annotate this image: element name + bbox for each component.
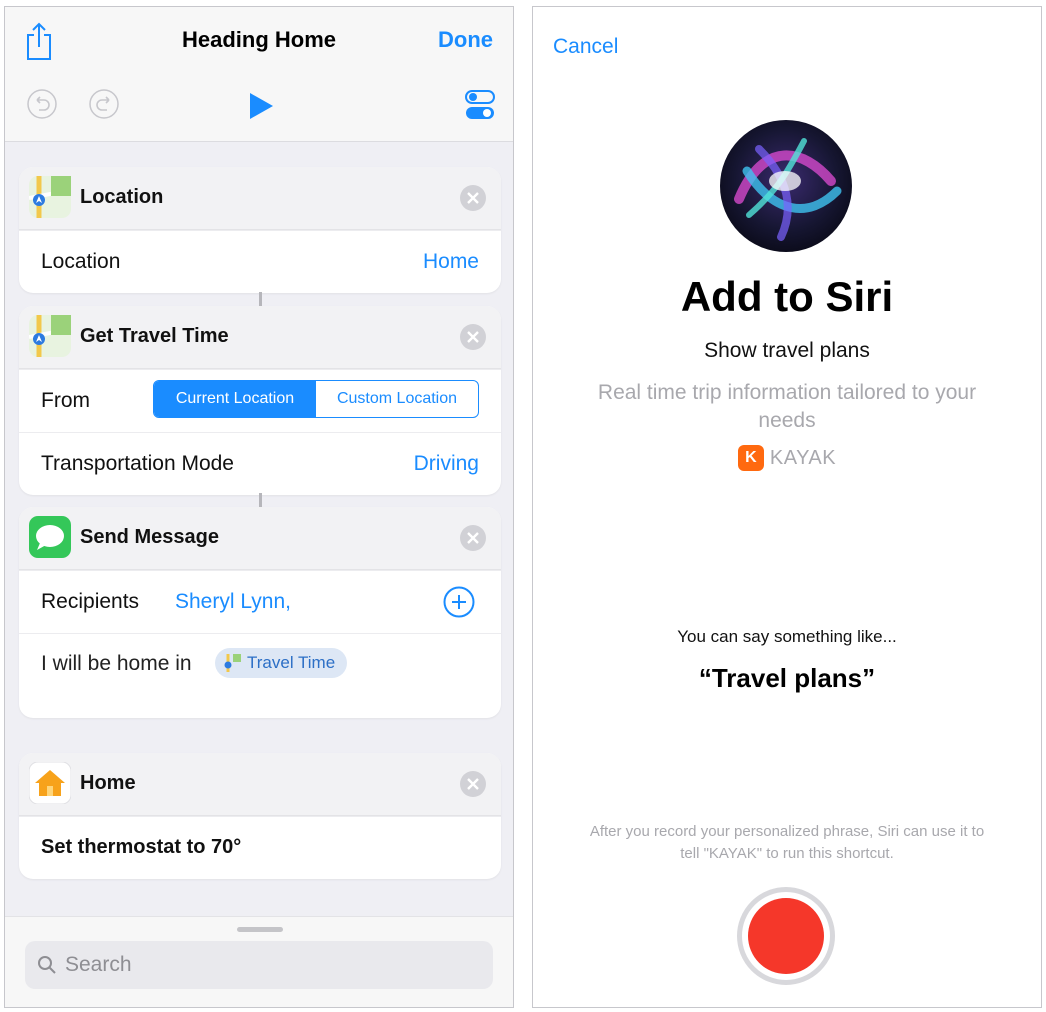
recipients-label: Recipients (41, 590, 140, 613)
actions-bottom-sheet: Search (5, 916, 513, 1007)
message-body-row[interactable]: I will be home in Travel Time (19, 633, 501, 718)
maps-icon (29, 176, 71, 218)
navigation-bar: Heading Home Done (5, 7, 513, 142)
siri-orb-icon (720, 120, 852, 252)
remove-action-icon[interactable] (459, 770, 487, 798)
transportation-mode-row: Transportation Mode Driving (19, 432, 501, 495)
location-value[interactable]: Home (423, 250, 479, 274)
action-title: Home (80, 772, 136, 794)
location-label: Location (41, 250, 121, 273)
action-connector (259, 493, 262, 507)
shortcut-description: Real time trip information tailored to y… (597, 381, 977, 432)
travel-time-action-card[interactable]: Get Travel Time From Current Location Cu… (19, 306, 501, 495)
transportation-mode-label: Transportation Mode (41, 452, 234, 475)
record-button[interactable] (737, 887, 835, 985)
send-message-action-card[interactable]: Send Message Recipients Sheryl Lynn, I w… (19, 507, 501, 718)
transportation-mode-value[interactable]: Driving (414, 452, 479, 476)
messages-icon (29, 516, 71, 558)
maps-icon (29, 315, 71, 357)
shortcut-title: Heading Home (181, 27, 337, 52)
cancel-button[interactable]: Cancel (553, 35, 618, 59)
action-connector (259, 292, 262, 306)
from-row: From Current Location Custom Location (19, 369, 501, 432)
segment-custom-location[interactable]: Custom Location (316, 381, 478, 417)
remove-action-icon[interactable] (459, 184, 487, 212)
action-header: Send Message (19, 507, 501, 570)
variable-token-label: Travel Time (247, 653, 336, 672)
remove-action-icon[interactable] (459, 524, 487, 552)
action-title: Send Message (80, 526, 219, 548)
record-icon (748, 898, 824, 974)
sheet-grabber[interactable] (237, 927, 283, 932)
phrase-hint: You can say something like... (677, 627, 897, 646)
action-title: Get Travel Time (80, 325, 229, 347)
record-footnote: After you record your personalized phras… (589, 823, 985, 862)
search-icon (38, 956, 56, 974)
shortcut-editor-screen: Heading Home Done Location Location Home… (4, 6, 514, 1008)
recipient-name[interactable]: Sheryl Lynn, (175, 590, 291, 614)
search-placeholder: Search (65, 953, 132, 976)
redo-icon[interactable] (89, 89, 119, 119)
shortcut-subtitle: Show travel plans (704, 339, 870, 362)
suggested-phrase: “Travel plans” (698, 663, 876, 693)
kayak-icon: K (737, 445, 764, 471)
action-header: Home (19, 753, 501, 816)
add-to-siri-screen: Cancel Add to Siri Show travel plans Rea… (532, 6, 1042, 1008)
travel-time-variable-token[interactable]: Travel Time (215, 648, 348, 678)
thermostat-row[interactable]: Set thermostat to 70° (19, 816, 501, 879)
undo-icon[interactable] (27, 89, 57, 119)
add-recipient-icon[interactable] (443, 586, 475, 618)
action-header: Location (19, 167, 501, 230)
home-action-card[interactable]: Home Set thermostat to 70° (19, 753, 501, 879)
from-label: From (41, 389, 90, 412)
source-app-badge: K KAYAK (533, 445, 1041, 471)
siri-title: Add to Siri (680, 273, 894, 320)
home-app-icon (29, 762, 71, 804)
remove-action-icon[interactable] (459, 323, 487, 351)
recipients-row: Recipients Sheryl Lynn, (19, 570, 501, 633)
thermostat-action-text: Set thermostat to 70° (41, 836, 242, 858)
action-header: Get Travel Time (19, 306, 501, 369)
maps-icon (224, 654, 241, 672)
settings-toggle-icon[interactable] (465, 89, 495, 121)
location-row: Location Home (19, 230, 501, 293)
from-segmented-control[interactable]: Current Location Custom Location (153, 380, 479, 418)
message-text[interactable]: I will be home in (41, 652, 192, 676)
action-title: Location (80, 186, 164, 208)
done-button[interactable]: Done (438, 27, 493, 53)
source-app-name: KAYAK (769, 446, 837, 469)
play-icon[interactable] (247, 91, 275, 121)
segment-current-location[interactable]: Current Location (154, 381, 316, 417)
location-action-card[interactable]: Location Location Home (19, 167, 501, 293)
search-input[interactable]: Search (25, 941, 493, 989)
